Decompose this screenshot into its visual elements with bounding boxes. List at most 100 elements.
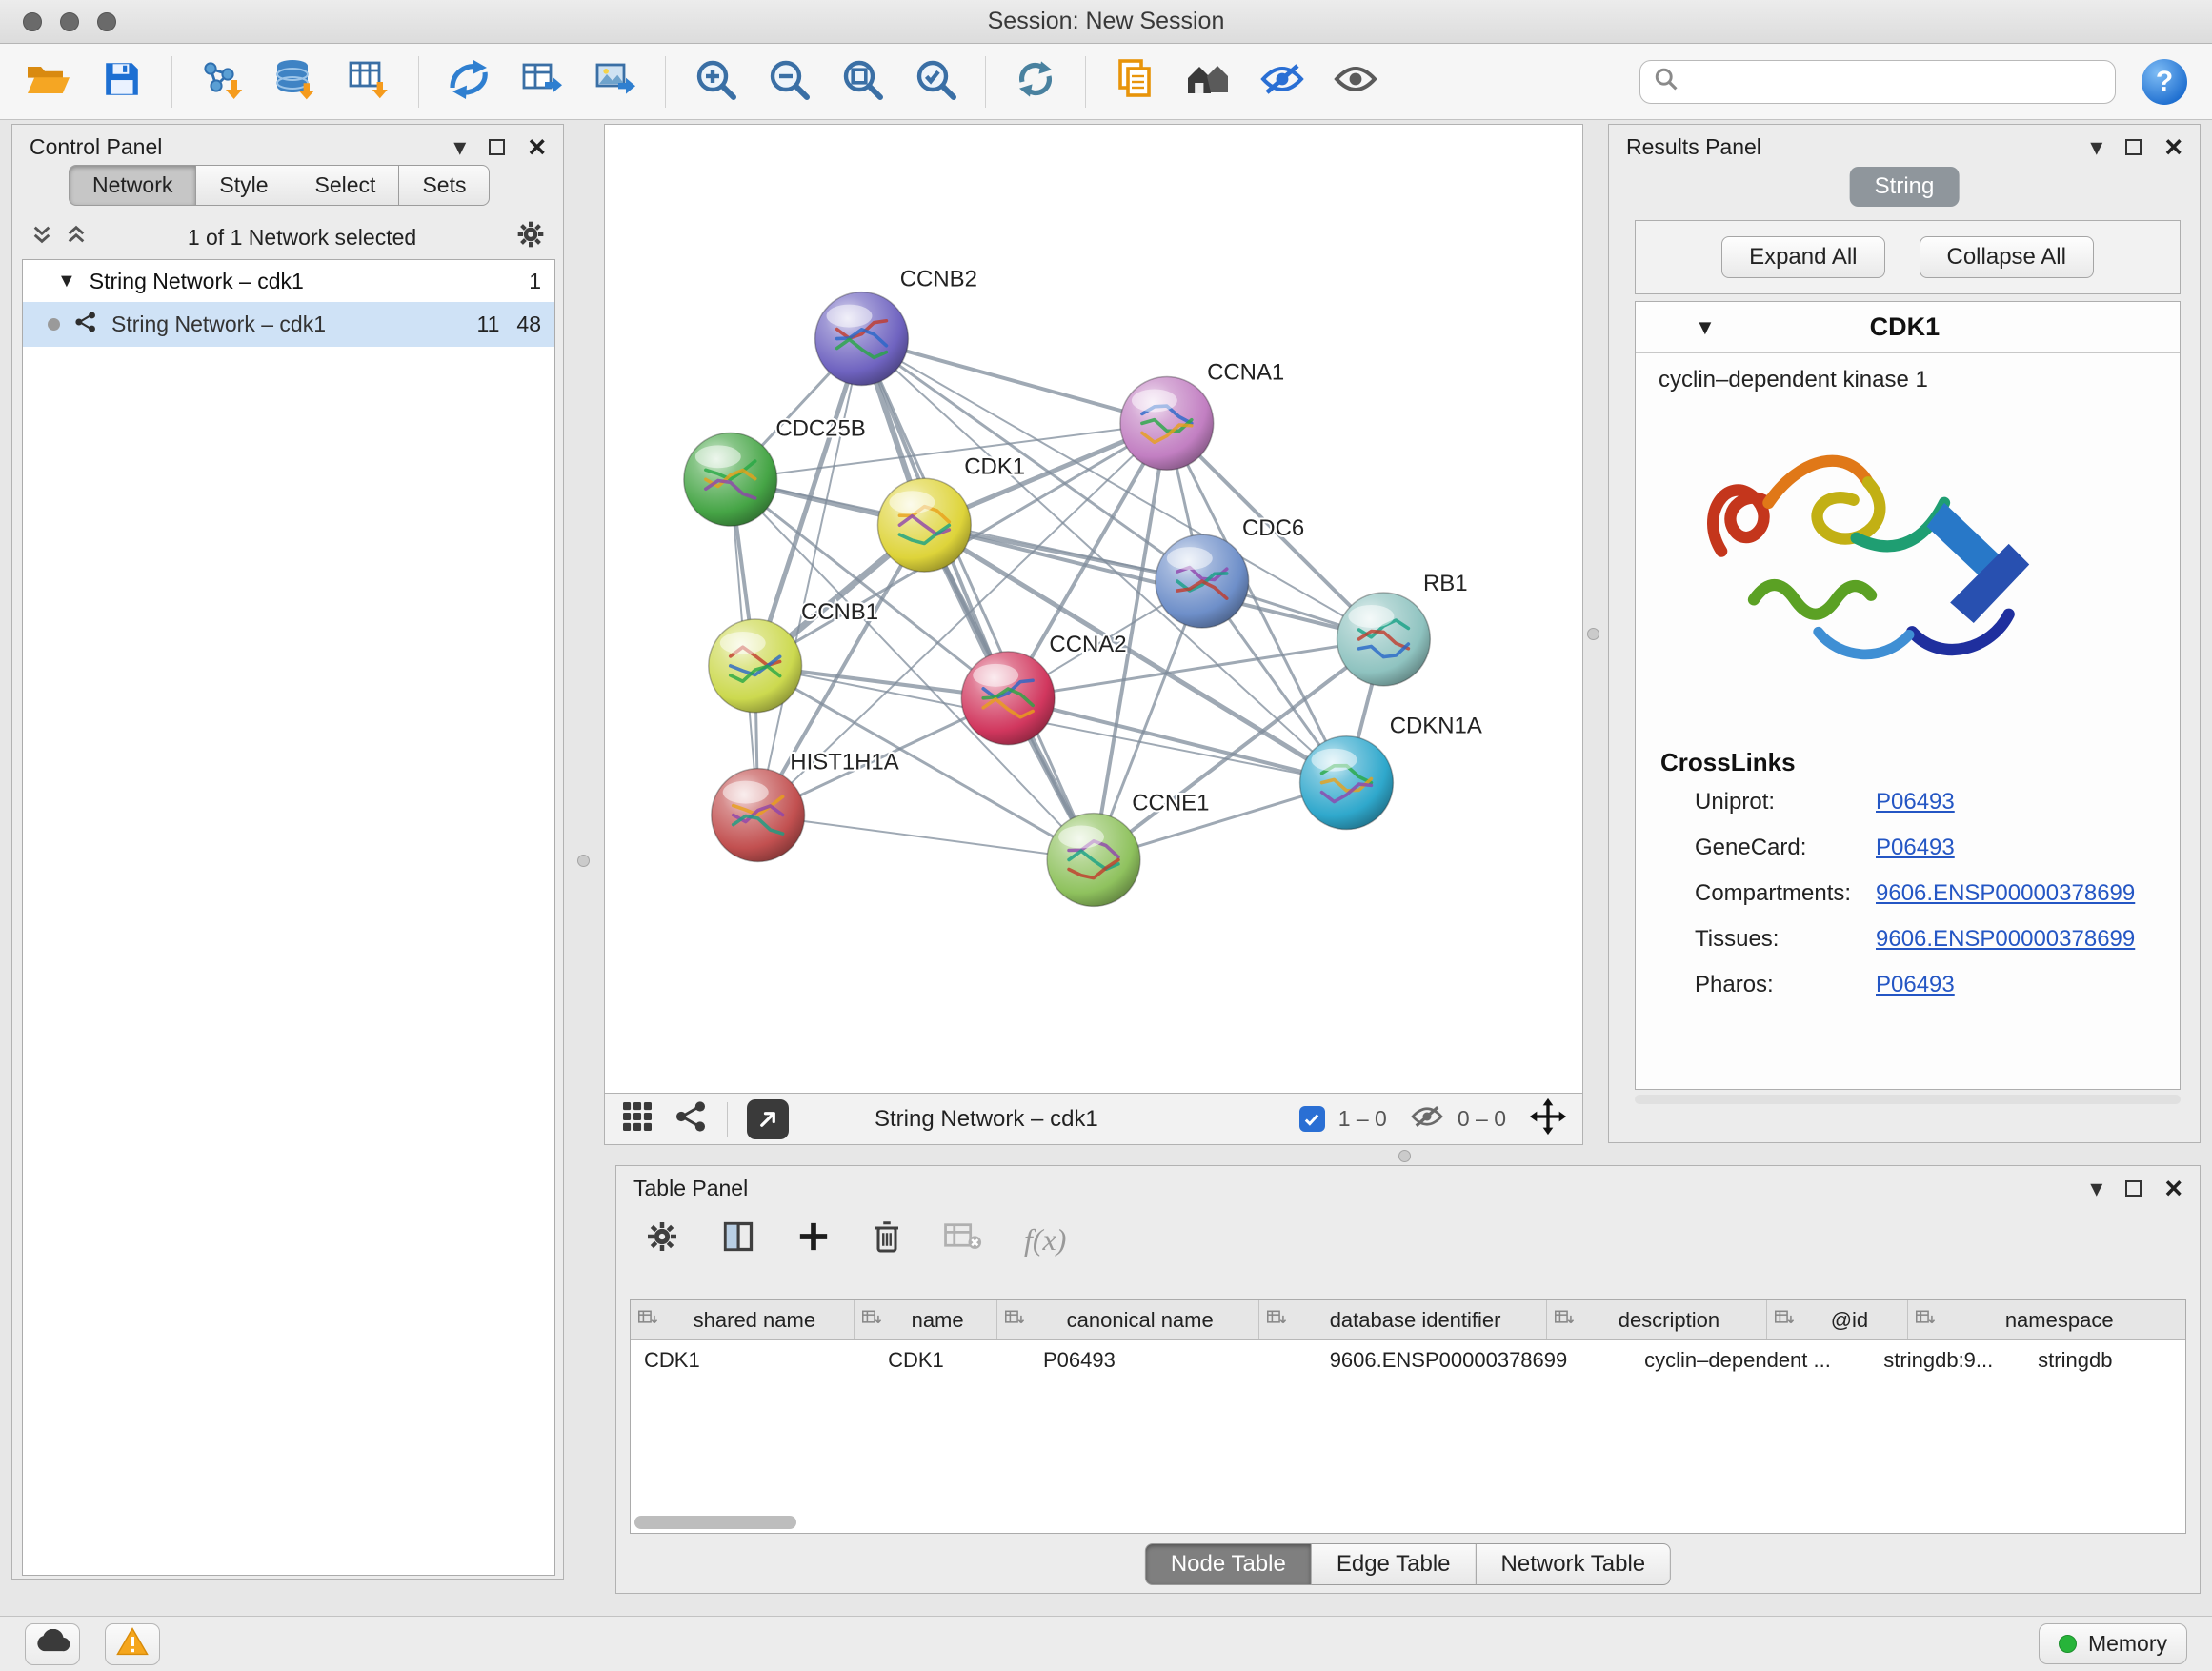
panel-close-icon[interactable]: × xyxy=(528,131,546,162)
home-button[interactable] xyxy=(1185,57,1233,107)
import-network-file-button[interactable] xyxy=(198,57,246,107)
add-row-icon[interactable] xyxy=(797,1220,830,1258)
node-HIST1H1A[interactable]: HIST1H1A xyxy=(712,750,899,862)
warning-button[interactable] xyxy=(105,1623,160,1665)
vertical-splitter-handle[interactable] xyxy=(1587,628,1599,640)
edge-CDK1-RB1[interactable] xyxy=(924,525,1383,639)
export-network-button[interactable] xyxy=(445,57,493,107)
node-CCNB2[interactable]: CCNB2 xyxy=(815,267,977,386)
crosslink-value[interactable]: 9606.ENSP00000378699 xyxy=(1876,880,2135,907)
zoom-in-button[interactable] xyxy=(692,57,739,107)
clone-network-button[interactable] xyxy=(1112,57,1159,107)
tab-network[interactable]: Network xyxy=(69,165,196,206)
tab-select[interactable]: Select xyxy=(292,165,400,206)
column-header[interactable]: namespace xyxy=(1908,1300,2185,1339)
collapse-all-button[interactable]: Collapse All xyxy=(1920,236,2094,278)
help-button[interactable]: ? xyxy=(2142,59,2187,105)
zoom-fit-button[interactable] xyxy=(838,57,886,107)
selected-checkbox[interactable] xyxy=(1299,1106,1325,1132)
edge-HIST1H1A-CCNE1[interactable] xyxy=(758,815,1094,860)
string-tab[interactable]: String xyxy=(1850,167,1960,207)
tab-sets[interactable]: Sets xyxy=(399,165,490,206)
crosslink-value[interactable]: P06493 xyxy=(1876,972,1955,998)
column-header[interactable]: database identifier xyxy=(1259,1300,1547,1339)
refresh-button[interactable] xyxy=(1012,57,1059,107)
panel-menu-icon[interactable]: ▾ xyxy=(2090,1176,2102,1200)
network-canvas[interactable]: CCNB2CCNA1CDC25BCDK1CDC6RB1CCNB1CCNA2CDK… xyxy=(604,124,1583,1094)
column-header[interactable]: shared name xyxy=(631,1300,855,1339)
cell-id[interactable]: stringdb:9... xyxy=(1870,1348,2024,1373)
expand-all-button[interactable]: Expand All xyxy=(1721,236,1884,278)
table-horizontal-scrollbar[interactable] xyxy=(634,1516,2174,1529)
node-CCNA1[interactable]: CCNA1 xyxy=(1120,359,1284,470)
cell-shared-name[interactable]: CDK1 xyxy=(631,1348,875,1373)
memory-button[interactable]: Memory xyxy=(2039,1623,2187,1664)
node-RB1[interactable]: RB1 xyxy=(1337,571,1467,686)
cell-description[interactable]: cyclin–dependent ... xyxy=(1631,1348,1870,1373)
tab-edge-table[interactable]: Edge Table xyxy=(1312,1543,1477,1585)
expand-all-icon[interactable] xyxy=(64,222,89,252)
show-all-button[interactable] xyxy=(1332,57,1379,107)
column-header[interactable]: canonical name xyxy=(997,1300,1259,1339)
gear-icon[interactable] xyxy=(645,1219,679,1259)
panel-float-icon[interactable] xyxy=(2125,1180,2142,1197)
node-CDKN1A[interactable]: CDKN1A xyxy=(1300,714,1482,830)
panel-close-icon[interactable]: × xyxy=(2164,1173,2182,1203)
cell-canonical-name[interactable]: P06493 xyxy=(1030,1348,1317,1373)
trash-icon[interactable] xyxy=(872,1219,902,1259)
column-header[interactable]: description xyxy=(1547,1300,1766,1339)
zoom-out-button[interactable] xyxy=(765,57,813,107)
cell-database-identifier[interactable]: 9606.ENSP00000378699 xyxy=(1317,1348,1631,1373)
panel-close-icon[interactable]: × xyxy=(2164,131,2182,162)
minimize-window-button[interactable] xyxy=(60,12,79,31)
export-view-button[interactable] xyxy=(747,1099,789,1139)
horizontal-splitter-handle[interactable] xyxy=(1398,1150,1411,1162)
tab-node-table[interactable]: Node Table xyxy=(1145,1543,1312,1585)
import-table-button[interactable] xyxy=(345,57,392,107)
panel-float-icon[interactable] xyxy=(2125,139,2142,155)
zoom-selected-button[interactable] xyxy=(912,57,959,107)
add-column-icon[interactable] xyxy=(721,1219,755,1259)
vertical-splitter-handle[interactable] xyxy=(577,855,590,867)
cloud-button[interactable] xyxy=(25,1623,80,1665)
protein-card-header[interactable]: ▼ CDK1 xyxy=(1636,302,2180,353)
collapse-all-icon[interactable] xyxy=(30,222,54,252)
gear-icon[interactable] xyxy=(515,219,546,255)
import-network-database-button[interactable] xyxy=(271,57,319,107)
tab-network-table[interactable]: Network Table xyxy=(1477,1543,1672,1585)
edge-CCNB2-HIST1H1A[interactable] xyxy=(758,339,862,815)
network-collection-row[interactable]: ▼ String Network – cdk1 1 xyxy=(23,260,554,302)
column-header[interactable]: @id xyxy=(1767,1300,1909,1339)
crosslink-value[interactable]: 9606.ENSP00000378699 xyxy=(1876,926,2135,953)
cell-namespace[interactable]: stringdb xyxy=(2024,1348,2185,1373)
panel-float-icon[interactable] xyxy=(489,139,505,155)
scrollbar-thumb[interactable] xyxy=(634,1516,796,1529)
crosshair-fit-icon[interactable] xyxy=(1529,1097,1567,1141)
edge-CCNB2-CCNE1[interactable] xyxy=(861,339,1094,860)
grid-view-icon[interactable] xyxy=(620,1099,654,1139)
function-builder-icon[interactable]: f(x) xyxy=(1024,1222,1066,1258)
caret-down-icon[interactable]: ▼ xyxy=(57,271,76,292)
crosslink-value[interactable]: P06493 xyxy=(1876,835,1955,861)
hidden-eye-slash-icon[interactable] xyxy=(1410,1103,1444,1136)
hide-selected-button[interactable] xyxy=(1258,57,1306,107)
delete-table-icon[interactable] xyxy=(944,1221,982,1258)
column-header[interactable]: name xyxy=(855,1300,997,1339)
crosslink-value[interactable]: P06493 xyxy=(1876,789,1955,815)
table-row[interactable]: CDK1 CDK1 P06493 9606.ENSP00000378699 cy… xyxy=(631,1340,2185,1380)
panel-menu-icon[interactable]: ▾ xyxy=(453,134,466,159)
save-session-button[interactable] xyxy=(98,57,146,107)
open-session-button[interactable] xyxy=(25,57,72,107)
panel-menu-icon[interactable]: ▾ xyxy=(2090,134,2102,159)
tab-style[interactable]: Style xyxy=(196,165,292,206)
close-window-button[interactable] xyxy=(23,12,42,31)
node-CDC6[interactable]: CDC6 xyxy=(1156,515,1304,628)
export-image-button[interactable] xyxy=(592,57,639,107)
search-input[interactable] xyxy=(1688,70,2101,94)
results-scrollbar[interactable] xyxy=(1635,1095,2181,1104)
node-CDK1[interactable]: CDK1 xyxy=(877,453,1025,572)
network-overview-icon[interactable] xyxy=(674,1099,708,1139)
export-table-button[interactable] xyxy=(518,57,566,107)
node-CCNB1[interactable]: CCNB1 xyxy=(709,599,878,713)
cell-name[interactable]: CDK1 xyxy=(875,1348,1030,1373)
